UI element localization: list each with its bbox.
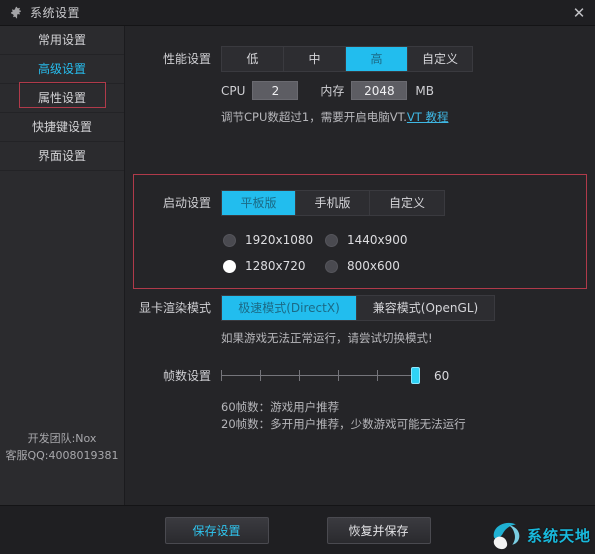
footer-bar: 保存设置 恢复并保存 系统天地 (0, 505, 595, 554)
fps-row: 帧数设置 60 (125, 363, 595, 389)
resolution-label: 1920x1080 (245, 233, 313, 247)
render-mode-row: 显卡渲染模式 极速模式(DirectX) 兼容模式(OpenGL) (125, 295, 595, 321)
performance-option-low[interactable]: 低 (222, 47, 284, 71)
performance-option-custom[interactable]: 自定义 (408, 47, 472, 71)
window-body: 常用设置 高级设置 属性设置 快捷键设置 界面设置 开发团队:Nox 客服QQ:… (0, 26, 595, 505)
performance-section: 性能设置 低 中 高 自定义 CPU 内存 MB 调节CPU数超 (125, 46, 595, 125)
resolution-label: 1440x900 (347, 233, 408, 247)
slider-tick (299, 370, 300, 381)
sidebar-footer: 开发团队:Nox 客服QQ:4008019381 (0, 430, 124, 464)
save-settings-button[interactable]: 保存设置 (165, 517, 269, 544)
slider-tick (377, 370, 378, 381)
slider-handle[interactable] (411, 367, 420, 384)
fps-section: 帧数设置 60 (125, 363, 595, 433)
memory-unit-label: MB (415, 84, 434, 98)
watermark-logo-icon (489, 520, 525, 550)
fps-slider[interactable] (221, 366, 416, 386)
render-option-directx[interactable]: 极速模式(DirectX) (222, 296, 357, 320)
support-qq-label: 客服QQ:4008019381 (0, 447, 124, 464)
resolution-label: 800x600 (347, 259, 400, 273)
startup-label: 启动设置 (125, 190, 221, 216)
sidebar-item-advanced[interactable]: 高级设置 (0, 55, 124, 84)
slider-tick (338, 370, 339, 381)
radio-icon (325, 234, 338, 247)
startup-option-tablet[interactable]: 平板版 (222, 191, 296, 215)
render-mode-label: 显卡渲染模式 (125, 295, 221, 321)
cpu-label: CPU (221, 84, 245, 98)
memory-input[interactable] (351, 81, 407, 100)
startup-section: 启动设置 平板版 手机版 自定义 1920x1080 1440x900 (125, 174, 595, 289)
fps-label: 帧数设置 (125, 363, 221, 389)
fps-hint-60: 60帧数：游戏用户推荐 (221, 399, 595, 416)
watermark: 系统天地 (489, 520, 591, 550)
resolution-option-1280x720[interactable]: 1280x720 (223, 259, 325, 273)
fps-hints: 60帧数：游戏用户推荐 20帧数：多开用户推荐，少数游戏可能无法运行 (125, 399, 595, 433)
restore-and-save-button[interactable]: 恢复并保存 (327, 517, 431, 544)
window-title: 系统设置 (30, 4, 80, 21)
render-mode-segmented-control: 极速模式(DirectX) 兼容模式(OpenGL) (221, 295, 495, 321)
performance-option-medium[interactable]: 中 (284, 47, 346, 71)
sidebar-item-properties[interactable]: 属性设置 (0, 84, 124, 113)
watermark-text: 系统天地 (527, 525, 591, 546)
resolution-label: 1280x720 (245, 259, 306, 273)
slider-track (221, 375, 416, 376)
radio-icon (325, 260, 338, 273)
startup-option-phone[interactable]: 手机版 (296, 191, 370, 215)
startup-row: 启动设置 平板版 手机版 自定义 (125, 174, 595, 216)
resolution-radio-group: 1920x1080 1440x900 1280x720 800x600 (125, 233, 595, 273)
sidebar-item-general[interactable]: 常用设置 (0, 26, 124, 55)
gear-icon (10, 6, 23, 19)
slider-tick (260, 370, 261, 381)
close-icon[interactable]: ✕ (569, 3, 589, 23)
vt-tutorial-link[interactable]: VT 教程 (407, 110, 449, 124)
vt-hint-text: 调节CPU数超过1，需要开启电脑VT. (221, 110, 407, 124)
startup-segmented-control: 平板版 手机版 自定义 (221, 190, 445, 216)
fps-value: 60 (434, 369, 449, 383)
render-option-opengl[interactable]: 兼容模式(OpenGL) (357, 296, 494, 320)
render-mode-hint: 如果游戏无法正常运行，请尝试切换模式! (125, 330, 595, 346)
performance-row: 性能设置 低 中 高 自定义 (125, 46, 595, 72)
memory-label: 内存 (320, 82, 344, 99)
render-mode-section: 显卡渲染模式 极速模式(DirectX) 兼容模式(OpenGL) 如果游戏无法… (125, 295, 595, 346)
performance-segmented-control: 低 中 高 自定义 (221, 46, 473, 72)
radio-icon (223, 260, 236, 273)
sidebar-item-shortcuts[interactable]: 快捷键设置 (0, 113, 124, 142)
sidebar-item-interface[interactable]: 界面设置 (0, 142, 124, 171)
radio-icon (223, 234, 236, 247)
resolution-option-1920x1080[interactable]: 1920x1080 (223, 233, 325, 247)
performance-label: 性能设置 (125, 46, 221, 72)
sidebar: 常用设置 高级设置 属性设置 快捷键设置 界面设置 开发团队:Nox 客服QQ:… (0, 26, 125, 505)
resolution-option-1440x900[interactable]: 1440x900 (325, 233, 595, 247)
startup-option-custom[interactable]: 自定义 (370, 191, 444, 215)
title-bar: 系统设置 ✕ (0, 0, 595, 26)
system-settings-window: 系统设置 ✕ 常用设置 高级设置 属性设置 快捷键设置 界面设置 开发团队:No… (0, 0, 595, 554)
fps-slider-wrap: 60 (221, 363, 449, 389)
resolution-option-800x600[interactable]: 800x600 (325, 259, 595, 273)
cpu-memory-fields: CPU 内存 MB (125, 81, 595, 100)
vt-hint: 调节CPU数超过1，需要开启电脑VT.VT 教程 (125, 109, 595, 125)
slider-tick (221, 370, 222, 381)
performance-option-high[interactable]: 高 (346, 47, 408, 71)
dev-team-label: 开发团队:Nox (0, 430, 124, 447)
settings-panel: 性能设置 低 中 高 自定义 CPU 内存 MB 调节CPU数超 (125, 26, 595, 505)
fps-hint-20: 20帧数：多开用户推荐，少数游戏可能无法运行 (221, 416, 595, 433)
cpu-input[interactable] (252, 81, 298, 100)
